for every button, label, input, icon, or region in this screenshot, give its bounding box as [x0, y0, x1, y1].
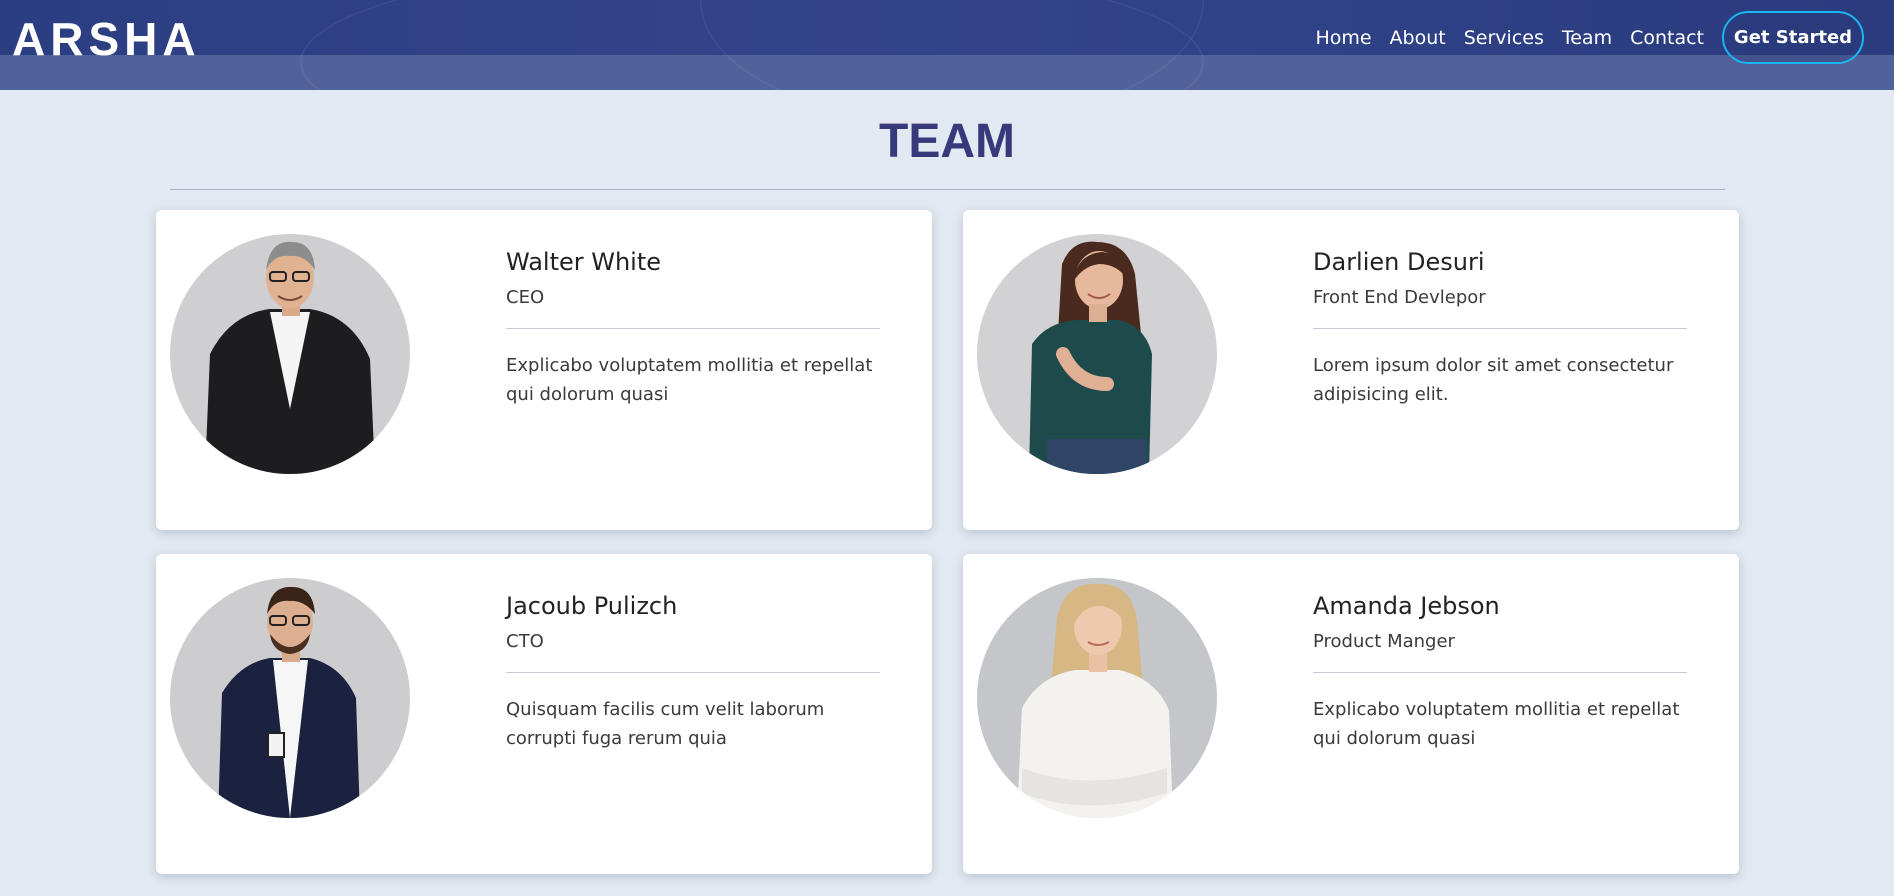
main-nav: Home About Services Team Contact: [1315, 26, 1704, 50]
member-role: CEO: [506, 287, 545, 308]
team-card-jacoub-pulizch: Jacoub Pulizch CTO Quisquam facilis cum …: [156, 554, 932, 874]
avatar-walter-white: [170, 234, 410, 474]
avatar-amanda-jebson: [977, 578, 1217, 818]
nav-contact[interactable]: Contact: [1630, 26, 1704, 50]
member-bio: Lorem ipsum dolor sit amet consectetur a…: [1313, 355, 1674, 405]
section-title: TEAM: [879, 115, 1015, 168]
member-divider: [1313, 672, 1687, 673]
member-role: Product Manger: [1313, 631, 1455, 652]
member-name: Amanda Jebson: [1313, 592, 1500, 620]
site-header: ARSHA Home About Services Team Contact G…: [0, 0, 1894, 90]
avatar-jacoub-pulizch: [170, 578, 410, 818]
member-name: Walter White: [506, 248, 662, 276]
member-divider: [1313, 328, 1687, 329]
member-bio: Explicabo voluptatem mollitia et repella…: [1313, 699, 1680, 749]
nav-services[interactable]: Services: [1464, 26, 1544, 50]
member-role: Front End Devlepor: [1313, 287, 1486, 308]
avatar-darlien-desuri: [977, 234, 1217, 474]
team-card-darlien-desuri: Darlien Desuri Front End Devlepor Lorem …: [963, 210, 1739, 530]
get-started-button[interactable]: Get Started: [1722, 11, 1864, 64]
logo[interactable]: ARSHA: [12, 14, 201, 64]
nav-about[interactable]: About: [1390, 26, 1446, 50]
title-divider: [170, 189, 1725, 190]
team-card-amanda-jebson: Amanda Jebson Product Manger Explicabo v…: [963, 554, 1739, 874]
team-card-walter-white: Walter White CEO Explicabo voluptatem mo…: [156, 210, 932, 530]
member-bio: Explicabo voluptatem mollitia et repella…: [506, 355, 873, 405]
member-name: Jacoub Pulizch: [506, 592, 678, 620]
member-bio: Quisquam facilis cum velit laborum corru…: [506, 699, 825, 749]
member-name: Darlien Desuri: [1313, 248, 1485, 276]
member-divider: [506, 328, 880, 329]
member-role: CTO: [506, 631, 544, 652]
member-divider: [506, 672, 880, 673]
nav-team[interactable]: Team: [1562, 26, 1612, 50]
nav-home[interactable]: Home: [1315, 26, 1371, 50]
